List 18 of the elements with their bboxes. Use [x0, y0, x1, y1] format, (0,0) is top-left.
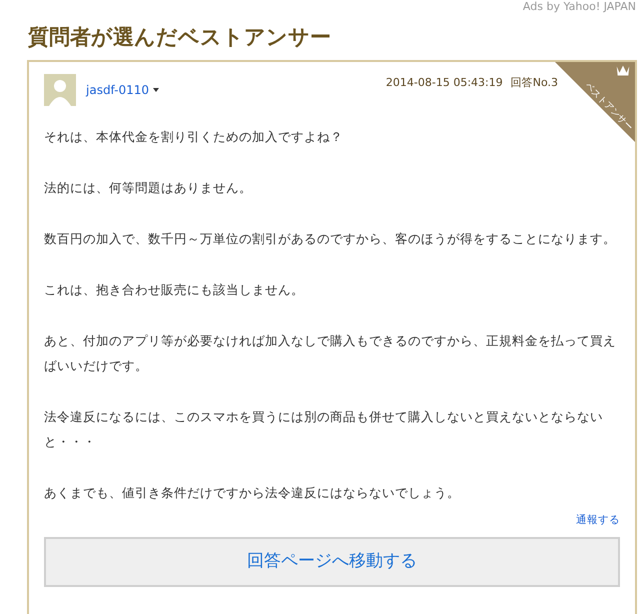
answer-paragraph: これは、抱き合わせ販売にも該当しません。 [44, 281, 305, 299]
section-heading: 質問者が選んだベストアンサー [28, 24, 332, 50]
answer-paragraph: それは、本体代金を割り引くための加入ですよね？ [44, 128, 344, 146]
move-to-answer-page-button[interactable]: 回答ページへ移動する [44, 536, 620, 587]
report-link[interactable]: 通報する [576, 513, 620, 529]
answer-paragraph: 数百円の加入で、数千円～万単位の割引があるのですから、客のほうが得をすることになります。 [44, 230, 617, 248]
answer-paragraph: あくまでも、値引き条件だけですから法令違反にはならないでしょう。 [44, 484, 461, 502]
answer-paragraph: 法的には、何等問題はありません。 [44, 179, 253, 197]
ads-label: Ads by Yahoo! JAPAN [522, 0, 636, 14]
answer-datetime: 2014-08-15 05:43:19 [386, 75, 503, 91]
ribbon-label: ベストアンサー [582, 81, 634, 133]
answer-paragraph: 法令違反になるには、このスマホを買うには別の商品も併せて購入しないと買えないとならないと・・・ [44, 408, 604, 451]
avatar-icon [44, 74, 76, 106]
answer-number: 回答No.3 [510, 75, 558, 91]
caret-icon [153, 88, 159, 92]
user-link[interactable]: jasdf-0110 [86, 81, 159, 99]
crown-icon [615, 64, 631, 78]
answer-paragraph: あと、付加のアプリ等が必要なければ加入なしで購入もできるのですから、正規料金を払って買えばいいだけです。 [44, 332, 617, 375]
